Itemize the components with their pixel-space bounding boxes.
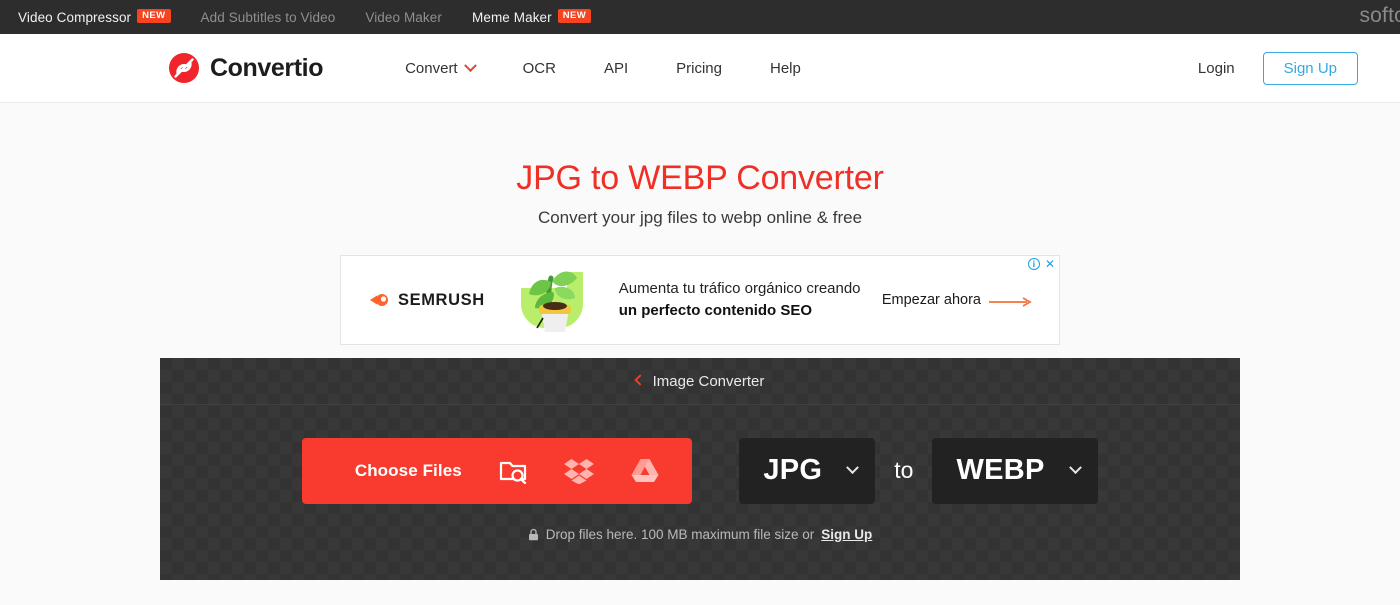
- format-to-label: WEBP: [956, 454, 1045, 486]
- ad-controls: i ✕: [1027, 258, 1055, 270]
- nav-item-pricing[interactable]: Pricing: [652, 60, 746, 77]
- google-drive-icon[interactable]: [630, 457, 660, 485]
- ad-close-icon[interactable]: ✕: [1045, 258, 1055, 270]
- nav-item-convert[interactable]: Convert: [381, 58, 499, 77]
- to-separator-label: to: [894, 457, 914, 483]
- nav-label: Convert: [405, 59, 458, 77]
- chevron-down-icon: [1068, 461, 1082, 475]
- nav-item-help[interactable]: Help: [746, 60, 825, 77]
- file-dropzone[interactable]: Image Converter Choose Files JPG to WEBP…: [160, 358, 1240, 580]
- page-title: JPG to WEBP Converter: [516, 159, 884, 197]
- ad-container: i ✕ SEMRUSH Aumenta tu tráfico orgánico …: [0, 255, 1400, 345]
- format-from-select[interactable]: JPG: [739, 437, 876, 504]
- nav-label: Pricing: [676, 59, 722, 77]
- ad-headline-line2: un perfecto contenido SEO: [618, 302, 813, 319]
- plant-illustration: [507, 258, 603, 342]
- chevron-down-icon: [846, 461, 860, 475]
- converter-controls: Choose Files JPG to WEBP: [302, 437, 1098, 504]
- topbar-item-add-subtitles[interactable]: Add Subtitles to Video: [201, 10, 336, 25]
- nav-label: Help: [770, 59, 801, 77]
- topbar-item-label: Meme Maker: [471, 9, 552, 25]
- site-header: Convertio Convert OCR API Pricing Help L…: [0, 34, 1400, 103]
- lock-icon: [528, 528, 539, 541]
- chevron-down-icon: [463, 58, 477, 72]
- dropbox-icon[interactable]: [564, 457, 595, 485]
- topbar-item-video-maker[interactable]: Video Maker: [365, 10, 442, 25]
- signup-button[interactable]: Sign Up: [1262, 51, 1358, 85]
- semrush-comet-icon: [369, 291, 391, 309]
- topbar-item-video-compressor[interactable]: Video Compressor NEW: [18, 9, 171, 25]
- choose-files-button[interactable]: Choose Files: [302, 437, 693, 504]
- format-selectors: JPG to WEBP: [739, 437, 1098, 504]
- chevron-left-icon: [633, 374, 646, 386]
- hero-section: JPG to WEBP Converter Convert your jpg f…: [0, 103, 1400, 228]
- nav-item-ocr[interactable]: OCR: [499, 60, 580, 77]
- file-source-icons: [498, 457, 666, 485]
- login-link[interactable]: Login: [1198, 60, 1235, 77]
- ad-copy: Aumenta tu tráfico orgánico creando un p…: [619, 278, 861, 322]
- topbar-item-meme-maker[interactable]: Meme Maker NEW: [471, 9, 592, 25]
- nav-label: OCR: [522, 59, 556, 77]
- brand-name: Convertio: [210, 53, 324, 82]
- topbar-item-label: Video Compressor: [18, 9, 132, 25]
- promo-topbar: Video Compressor NEW Add Subtitles to Vi…: [0, 0, 1400, 34]
- convertio-logo[interactable]: Convertio: [168, 52, 323, 84]
- nav-label: API: [603, 59, 629, 77]
- topbar-item-label: Add Subtitles to Video: [200, 9, 336, 25]
- new-badge: NEW: [137, 9, 171, 23]
- ad-headline-line1: Aumenta tu tráfico orgánico creando: [618, 280, 861, 298]
- topbar-item-label: Video Maker: [365, 9, 442, 25]
- softo-logo[interactable]: softo: [1359, 4, 1400, 28]
- semrush-logo: SEMRUSH: [369, 291, 485, 310]
- breadcrumb-label: Image Converter: [652, 372, 765, 390]
- breadcrumb[interactable]: Image Converter: [160, 358, 1240, 405]
- header-actions: Login Sign Up: [1198, 51, 1376, 85]
- dropzone-body: Choose Files JPG to WEBP Drop files here…: [160, 405, 1240, 580]
- dropzone-container: Image Converter Choose Files JPG to WEBP…: [0, 358, 1400, 580]
- format-from-label: JPG: [763, 454, 823, 486]
- semrush-wordmark: SEMRUSH: [398, 290, 485, 309]
- main-nav: Convert OCR API Pricing Help: [381, 58, 825, 77]
- ad-info-icon[interactable]: i: [1027, 258, 1040, 270]
- ad-cta[interactable]: Empezar ahora: [882, 292, 1033, 308]
- arrow-right-icon: [989, 295, 1033, 307]
- ad-cta-label: Empezar ahora: [881, 292, 981, 308]
- convertio-mark-icon: [168, 52, 200, 84]
- format-to-select[interactable]: WEBP: [932, 437, 1098, 504]
- computer-folder-icon[interactable]: [498, 457, 528, 485]
- dropzone-note: Drop files here. 100 MB maximum file siz…: [528, 526, 872, 542]
- nav-item-api[interactable]: API: [580, 60, 652, 77]
- dropzone-note-text: Drop files here. 100 MB maximum file siz…: [545, 526, 815, 542]
- choose-files-label: Choose Files: [354, 460, 462, 480]
- page-subtitle: Convert your jpg files to webp online & …: [537, 208, 863, 227]
- new-badge: NEW: [557, 9, 592, 23]
- dropzone-signup-link[interactable]: Sign Up: [821, 527, 872, 542]
- semrush-ad-banner[interactable]: i ✕ SEMRUSH Aumenta tu tráfico orgánico …: [340, 255, 1060, 345]
